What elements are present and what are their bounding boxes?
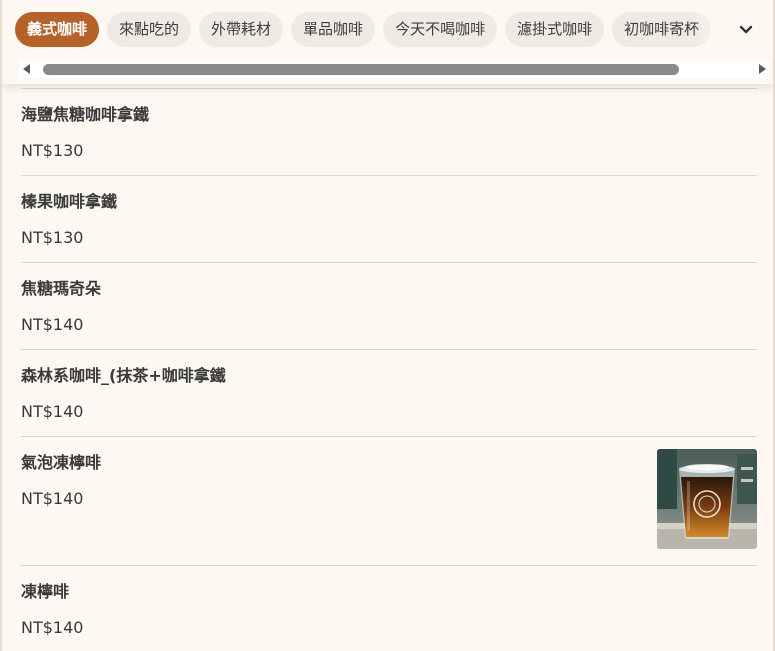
scrollbar-thumb[interactable]	[43, 64, 679, 75]
tabs-fade-overlay	[692, 12, 732, 48]
item-price: NT$140	[21, 315, 84, 334]
tab-single-origin[interactable]: 單品咖啡	[291, 12, 376, 47]
item-name: 榛果咖啡拿鐵	[21, 192, 118, 211]
tab-no-coffee-today[interactable]: 今天不喝咖啡	[383, 12, 498, 47]
horizontal-scrollbar[interactable]	[19, 61, 770, 78]
iced-coffee-photo	[657, 449, 757, 549]
item-price: NT$130	[21, 141, 84, 160]
tab-food[interactable]: 來點吃的	[107, 12, 192, 47]
item-name: 凍檸啡	[21, 582, 70, 601]
menu-item[interactable]: 海鹽焦糖咖啡拿鐵 NT$130	[21, 88, 757, 175]
item-name: 海鹽焦糖咖啡拿鐵	[21, 105, 150, 124]
menu-item[interactable]: 焦糖瑪奇朵 NT$140	[21, 262, 757, 349]
item-price: NT$130	[21, 228, 84, 247]
menu-item[interactable]: 凍檸啡 NT$140	[21, 565, 757, 651]
item-photo[interactable]	[657, 449, 757, 549]
expand-categories-button[interactable]	[731, 12, 761, 48]
item-price: NT$140	[21, 618, 84, 637]
scroll-right-arrow-icon[interactable]	[759, 64, 766, 74]
menu-item[interactable]: 榛果咖啡拿鐵 NT$130	[21, 175, 757, 262]
tab-takeout-supplies[interactable]: 外帶耗材	[199, 12, 284, 47]
item-name: 焦糖瑪奇朵	[21, 279, 102, 298]
category-bar: 義式咖啡 來點吃的 外帶耗材 單品咖啡 今天不喝咖啡 濾掛式咖啡 初咖啡寄杯	[2, 0, 773, 84]
scroll-left-arrow-icon[interactable]	[23, 64, 30, 74]
menu-item-list: 海鹽焦糖咖啡拿鐵 NT$130 榛果咖啡拿鐵 NT$130 焦糖瑪奇朵 NT$1…	[21, 88, 757, 651]
menu-item[interactable]: 森林系咖啡_(抹茶+咖啡拿鐵 NT$140	[21, 349, 757, 436]
item-name: 森林系咖啡_(抹茶+咖啡拿鐵	[21, 366, 226, 385]
menu-item[interactable]: 氣泡凍檸啡 NT$140	[21, 436, 757, 565]
item-price: NT$140	[21, 489, 84, 508]
tab-espresso-coffee[interactable]: 義式咖啡	[15, 12, 100, 47]
item-name: 氣泡凍檸啡	[21, 453, 102, 472]
category-tabs: 義式咖啡 來點吃的 外帶耗材 單品咖啡 今天不喝咖啡 濾掛式咖啡 初咖啡寄杯	[15, 12, 731, 48]
menu-page: 義式咖啡 來點吃的 外帶耗材 單品咖啡 今天不喝咖啡 濾掛式咖啡 初咖啡寄杯 海…	[0, 0, 775, 651]
chevron-down-icon	[739, 25, 753, 34]
item-price: NT$140	[21, 402, 84, 421]
tab-drip-bag-coffee[interactable]: 濾掛式咖啡	[505, 12, 605, 47]
